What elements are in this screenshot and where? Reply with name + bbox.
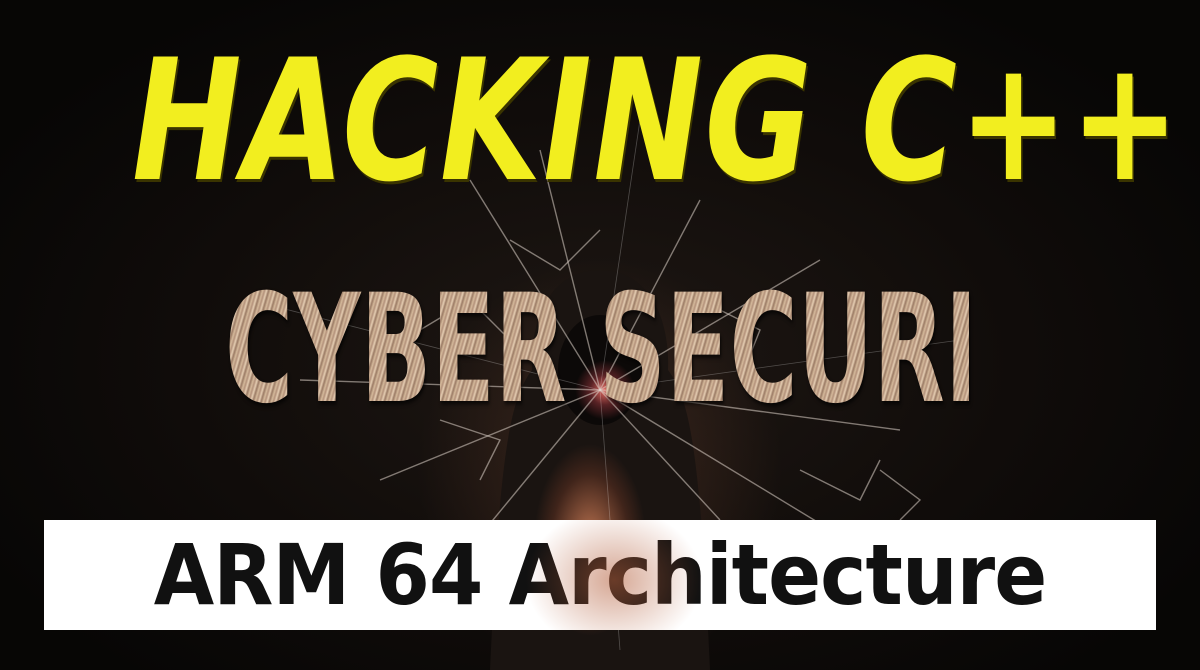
topic-banner: ARM 64 Architecture [44, 520, 1156, 630]
cyber-security-title: CYBER SECURITY [225, 250, 1110, 450]
banner-text: ARM 64 Architecture [153, 526, 1048, 624]
thumbnail: HACKING C++ CYBER SECURITY ARM 64 Archit… [0, 0, 1200, 670]
main-title: HACKING C++ [132, 23, 1182, 219]
